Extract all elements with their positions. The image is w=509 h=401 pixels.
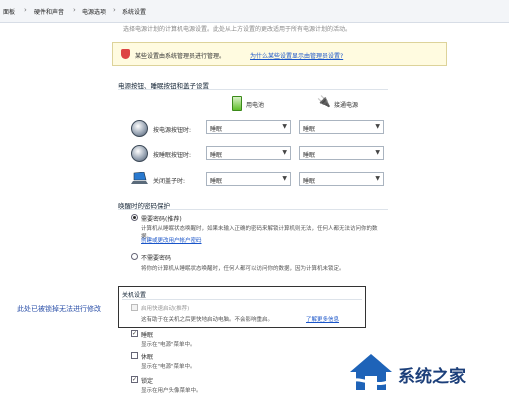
hibernate-option-desc: 显示在"电源"菜单中。	[141, 364, 196, 370]
chevron-down-icon: ▼	[375, 175, 380, 182]
no-password-desc: 将你的计算机从睡眠状态唤醒时，任何人都可以访问你的数据，因为计算机未锁定。	[141, 266, 345, 272]
chevron-down-icon: ▼	[282, 149, 287, 156]
chevron-right-icon: ›	[113, 6, 116, 14]
divider	[118, 209, 388, 210]
sleep-option-desc: 显示在"电源"菜单中。	[141, 342, 196, 348]
chevron-down-icon: ▼	[375, 149, 380, 156]
power-button-label: 按电源按钮时:	[153, 127, 192, 134]
select-value: 睡眠	[210, 178, 223, 185]
select-value: 睡眠	[210, 152, 223, 159]
lock-checkbox[interactable]: ✓	[131, 376, 138, 383]
watermark-text: 系统之家	[398, 367, 466, 387]
power-button-plugged-select[interactable]: 睡眠 ▼	[299, 120, 384, 134]
sleep-button-plugged-select[interactable]: 睡眠 ▼	[299, 146, 384, 160]
breadcrumb-item-system-settings: 系统设置	[122, 9, 147, 16]
fast-startup-desc: 这有助于在关机之后更快地启动电脑。不会影响重启。	[141, 317, 274, 323]
column-header-battery: 用电池	[246, 102, 265, 109]
shield-icon	[121, 49, 130, 59]
divider	[122, 299, 362, 300]
fast-startup-checkbox	[131, 304, 138, 311]
learn-more-link[interactable]: 了解更多信息	[306, 315, 339, 323]
locked-annotation: 此处已被锁掉无法进行修改	[17, 305, 101, 313]
breadcrumb-item-power-options[interactable]: 电源选项	[82, 7, 106, 16]
fast-startup-label: 启用快速启动(推荐)	[141, 306, 190, 312]
column-header-plugged-in: 接通电源	[334, 102, 359, 109]
chevron-right-icon: ›	[24, 6, 27, 14]
no-password-radio[interactable]	[131, 253, 138, 260]
admin-notice-text: 某些设置由系统管理员进行管理。	[135, 53, 226, 60]
require-password-label: 需要密码(推荐)	[141, 216, 182, 223]
sleep-option-label: 睡眠	[141, 332, 154, 339]
close-lid-plugged-select[interactable]: 睡眠 ▼	[299, 172, 384, 186]
close-lid-battery-select[interactable]: 睡眠 ▼	[206, 172, 291, 186]
close-lid-label: 关闭盖子时:	[153, 178, 186, 185]
sleep-button-icon	[131, 145, 148, 162]
admin-notice-link[interactable]: 为什么某些设置显示由管理员设置?	[250, 51, 343, 60]
power-button-icon	[131, 120, 148, 137]
select-value: 睡眠	[210, 126, 223, 133]
laptop-lid-icon	[131, 172, 148, 184]
sleep-button-label: 按睡眠按钮时:	[153, 152, 192, 159]
select-value: 睡眠	[303, 126, 316, 133]
select-value: 睡眠	[303, 152, 316, 159]
create-password-link[interactable]: 创建或更改用户帐户密码	[141, 236, 202, 244]
divider	[118, 89, 388, 90]
breadcrumb-item-control-panel[interactable]: 面板	[3, 7, 15, 16]
breadcrumb: 面板 › 硬件和声音 › 电源选项 › 系统设置	[0, 0, 509, 23]
chevron-down-icon: ▼	[375, 123, 380, 130]
site-watermark: 系统之家	[343, 346, 509, 401]
sleep-checkbox[interactable]: ✓	[131, 330, 138, 337]
no-password-label: 不需要密码	[141, 255, 172, 262]
sleep-button-battery-select[interactable]: 睡眠 ▼	[206, 146, 291, 160]
select-value: 睡眠	[303, 178, 316, 185]
require-password-radio[interactable]	[131, 214, 138, 221]
require-password-desc: 计算机从睡眠状态唤醒时，如果未输入正确的密码来解锁计算机则无法，任何人都无法访问…	[141, 226, 378, 232]
chevron-down-icon: ▼	[282, 123, 287, 130]
chevron-right-icon: ›	[73, 6, 76, 14]
battery-icon	[232, 96, 242, 111]
chevron-down-icon: ▼	[282, 175, 287, 182]
shutdown-section-title: 关机设置	[122, 292, 147, 299]
lock-option-label: 锁定	[141, 378, 154, 385]
breadcrumb-item-hardware-sound[interactable]: 硬件和声音	[34, 7, 64, 16]
lock-option-desc: 显示在用户头像菜单中。	[141, 388, 202, 394]
admin-notice: 某些设置由系统管理员进行管理。 为什么某些设置显示由管理员设置?	[112, 42, 447, 66]
house-logo-icon	[349, 354, 394, 390]
top-description: 选择电源计划的计算机电源设置。此处从上方设置的更改适用于所有电源计划的活动。	[123, 26, 352, 33]
hibernate-checkbox[interactable]	[131, 352, 138, 359]
plug-icon: 🔌	[317, 95, 331, 108]
power-button-battery-select[interactable]: 睡眠 ▼	[206, 120, 291, 134]
hibernate-option-label: 休眠	[141, 354, 154, 361]
